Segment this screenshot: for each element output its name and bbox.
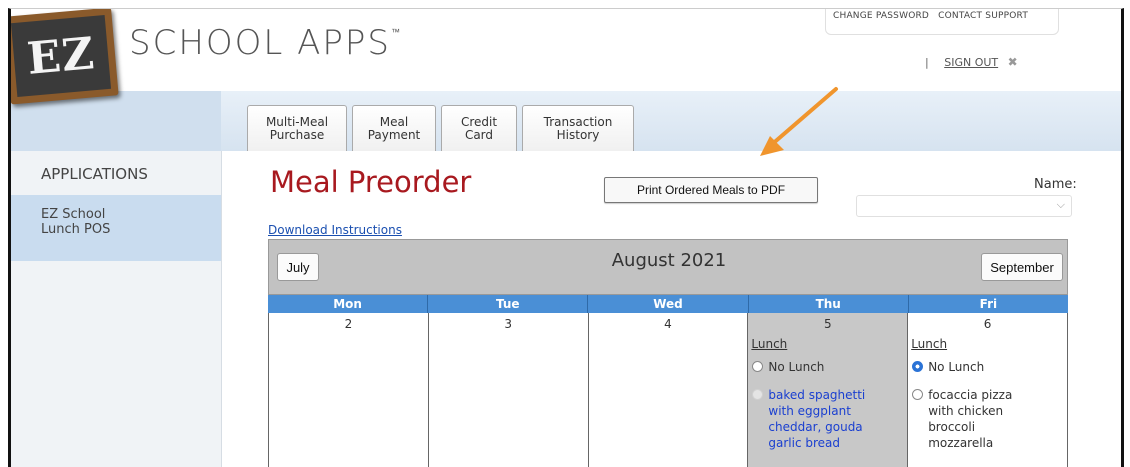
meal-option-no-lunch[interactable]: No Lunch [752,359,824,375]
tabs: Multi-Meal Purchase Meal Payment Credit … [247,105,639,151]
day-number: 2 [344,317,353,331]
calendar-header: August 2021 July September [268,239,1068,295]
calendar: August 2021 July September Mon Tue Wed T… [268,239,1069,467]
app-window: EZ SCHOOL APPS™ CHANGE PASSWORD CONTACT … [8,8,1124,467]
day-header-wed: Wed [588,295,749,313]
top-links: CHANGE PASSWORD CONTACT SUPPORT [833,11,1034,21]
logo-chalkboard: EZ [11,9,119,105]
page-title: Meal Preorder [270,165,472,199]
calendar-month: August 2021 [611,250,727,271]
sidebar-title: APPLICATIONS [41,165,148,183]
logo-trademark: ™ [391,28,403,38]
tab-label: Multi-Meal Purchase [265,114,329,142]
next-month-button[interactable]: September [981,253,1063,281]
radio-button[interactable] [912,389,924,400]
day-cell-thu: 5 Lunch No Lunch baked spaghetti with eg… [748,313,909,467]
prev-month-button[interactable]: July [277,253,319,281]
main-content: Meal Preorder Print Ordered Meals to PDF… [222,151,1121,467]
day-header-fri: Fri [908,295,1069,313]
day-number: 5 [823,317,832,331]
tab-transaction-history[interactable]: Transaction History [522,105,634,151]
day-cell-wed: 4 [589,313,749,467]
meal-option-baked-spaghetti: baked spaghetti with eggplant cheddar, g… [752,387,865,451]
day-number: 6 [983,317,992,331]
logo-wordmark: SCHOOL APPS [129,23,392,63]
sign-out-link[interactable]: SIGN OUT [944,56,998,69]
tab-label: Credit Card [460,114,498,142]
logo-text: SCHOOL APPS™ [129,23,402,63]
tab-multi-meal-purchase[interactable]: Multi-Meal Purchase [247,105,347,151]
day-number: 3 [504,317,513,331]
radio-button [752,389,764,400]
download-instructions-link[interactable]: Download Instructions [268,223,402,237]
logo-badge: EZ [25,27,97,85]
tab-meal-payment[interactable]: Meal Payment [352,105,436,151]
name-select[interactable]: ⌵ [856,195,1072,217]
day-header-thu: Thu [748,295,909,313]
day-header-mon: Mon [268,295,429,313]
day-header-tue: Tue [428,295,589,313]
option-text: No Lunch [928,360,985,374]
meal-label: Lunch [911,337,948,351]
header: EZ SCHOOL APPS™ CHANGE PASSWORD CONTACT … [11,9,1121,105]
tab-credit-card[interactable]: Credit Card [441,105,517,151]
meal-option-no-lunch[interactable]: No Lunch [912,359,984,375]
day-headers: Mon Tue Wed Thu Fri [268,295,1069,313]
name-label: Name: [1034,177,1077,192]
sidebar: APPLICATIONS EZ School Lunch POS [11,151,222,467]
meal-option-focaccia-pizza[interactable]: focaccia pizza with chicken broccoli moz… [912,387,1012,451]
contact-support-link[interactable]: CONTACT SUPPORT [938,11,1028,21]
calendar-week: 2 3 4 5 Lunch No Lunch baked spaghetti w… [268,313,1068,467]
chevron-down-icon: ⌵ [1056,198,1065,211]
day-number: 4 [664,317,672,331]
tab-label: Meal Payment [367,114,421,142]
print-pdf-button[interactable]: Print Ordered Meals to PDF [604,177,818,203]
sign-out-area: | SIGN OUT ✖ [925,55,1018,69]
radio-button[interactable] [752,361,764,372]
day-cell-fri: 6 Lunch No Lunch focaccia pizza with chi… [908,313,1068,467]
option-text: No Lunch [768,360,825,374]
day-cell-mon: 2 [269,313,429,467]
tab-band: Multi-Meal Purchase Meal Payment Credit … [11,91,1121,151]
logo-slate: EZ [11,15,112,97]
option-text: baked spaghetti with eggplant cheddar, g… [768,388,866,450]
close-icon[interactable]: ✖ [1008,55,1018,69]
sidebar-item-ez-school-lunch-pos[interactable]: EZ School Lunch POS [11,195,221,261]
change-password-link[interactable]: CHANGE PASSWORD [833,11,929,21]
option-text: focaccia pizza with chicken broccoli moz… [928,388,1013,450]
meal-label: Lunch [751,337,788,351]
tab-label: Transaction History [543,114,613,142]
day-cell-tue: 3 [429,313,589,467]
separator: | [925,56,929,69]
radio-button-checked[interactable] [912,361,924,372]
